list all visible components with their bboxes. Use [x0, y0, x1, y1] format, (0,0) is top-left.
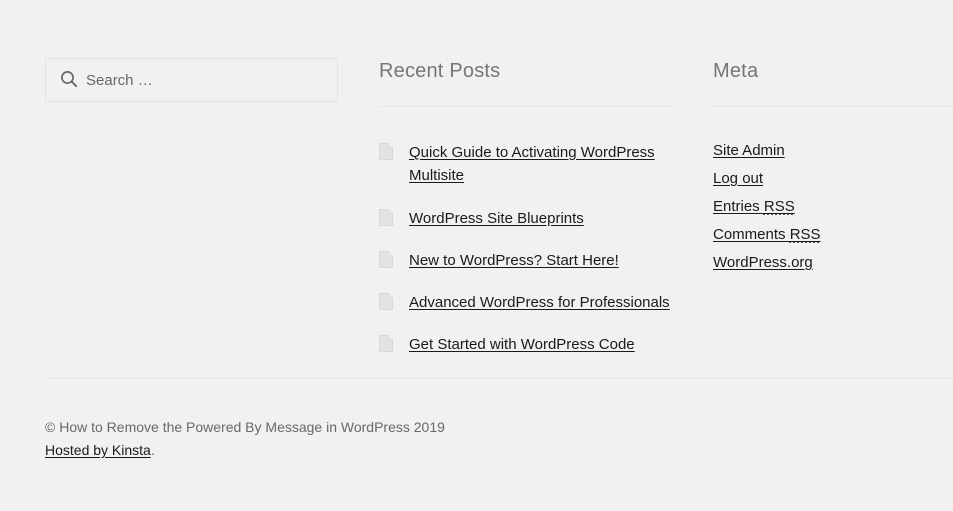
rss-abbreviation: RSS: [763, 198, 795, 215]
widget-meta: Meta Site Admin Log out Entries RSS Comm…: [713, 58, 953, 275]
widget-title-recent-posts: Recent Posts: [379, 58, 672, 107]
list-item: WordPress Site Blueprints: [379, 207, 672, 230]
page-root: Recent Posts Quick Guide to Activating W…: [0, 0, 953, 511]
recent-post-link[interactable]: Advanced WordPress for Professionals: [409, 294, 670, 311]
meta-link-label: WordPress.org: [713, 254, 813, 271]
recent-post-link[interactable]: Get Started with WordPress Code: [409, 336, 635, 353]
document-icon: [379, 250, 393, 268]
footer-inner: © How to Remove the Powered By Message i…: [45, 379, 953, 462]
document-icon: [379, 293, 393, 310]
meta-link-wordpress-org[interactable]: WordPress.org: [713, 254, 813, 271]
widget-search: [45, 58, 338, 102]
meta-link-comments-rss[interactable]: Comments RSS: [713, 226, 821, 243]
search-form: [45, 58, 338, 102]
recent-posts-list: Quick Guide to Activating WordPress Mult…: [379, 107, 672, 357]
list-item: WordPress.org: [713, 252, 953, 275]
rss-abbreviation: RSS: [789, 226, 821, 243]
meta-link-log-out[interactable]: Log out: [713, 170, 763, 187]
hosted-by-kinsta-link[interactable]: Hosted by Kinsta: [45, 442, 151, 458]
document-icon: [379, 208, 393, 226]
recent-post-link[interactable]: WordPress Site Blueprints: [409, 210, 584, 227]
list-item: New to WordPress? Start Here!: [379, 249, 672, 272]
footer-host-line: Hosted by Kinsta.: [45, 439, 953, 462]
site-footer: © How to Remove the Powered By Message i…: [45, 378, 953, 462]
widget-title-meta: Meta: [713, 58, 953, 107]
list-item: Get Started with WordPress Code: [379, 333, 672, 356]
document-icon: [379, 335, 393, 353]
meta-link-label: Site Admin: [713, 142, 785, 159]
list-item: Entries RSS: [713, 196, 953, 219]
meta-list: Site Admin Log out Entries RSS Comments …: [713, 107, 953, 275]
footer-copyright: © How to Remove the Powered By Message i…: [45, 419, 445, 435]
list-item: Advanced WordPress for Professionals: [379, 291, 672, 314]
recent-post-link[interactable]: Quick Guide to Activating WordPress Mult…: [409, 144, 655, 184]
meta-link-entries-rss[interactable]: Entries RSS: [713, 198, 795, 215]
widget-area: Recent Posts Quick Guide to Activating W…: [45, 58, 953, 357]
list-item: Log out: [713, 168, 953, 191]
meta-link-label: Comments: [713, 226, 790, 243]
list-item: Comments RSS: [713, 224, 953, 247]
meta-link-site-admin[interactable]: Site Admin: [713, 142, 785, 159]
list-item: Quick Guide to Activating WordPress Mult…: [379, 141, 672, 188]
recent-post-link[interactable]: New to WordPress? Start Here!: [409, 252, 619, 269]
meta-link-label: Entries: [713, 198, 764, 215]
search-input[interactable]: [45, 58, 338, 102]
list-item: Site Admin: [713, 140, 953, 163]
footer-host-suffix: .: [150, 442, 155, 459]
meta-link-label: Log out: [713, 170, 764, 187]
document-icon: [379, 143, 393, 160]
widget-recent-posts: Recent Posts Quick Guide to Activating W…: [379, 58, 672, 357]
